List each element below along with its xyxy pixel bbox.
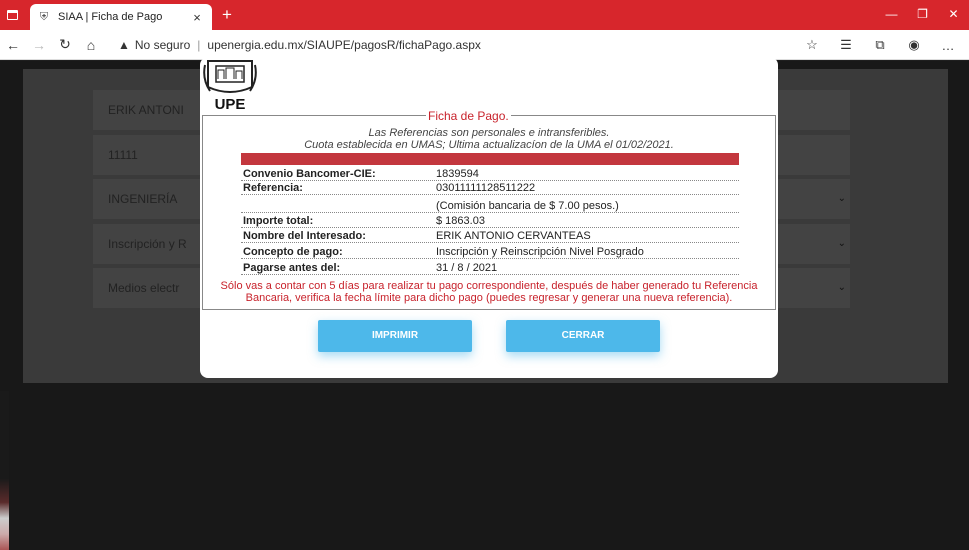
tab-ficha-de-pago[interactable]: ⛨ SIAA | Ficha de Pago × <box>30 4 212 30</box>
tab-close-icon[interactable]: × <box>190 10 204 25</box>
tab-title: SIAA | Ficha de Pago <box>58 11 163 23</box>
field-value: Inscripción y Reinscripción Nivel Posgra… <box>436 246 644 258</box>
forward-icon[interactable]: → <box>26 37 52 53</box>
lead-line-2: Cuota establecida en UMAS; Ultima actual… <box>304 139 674 151</box>
minimize-button[interactable]: — <box>876 0 907 30</box>
field-value: $ 1863.03 <box>436 215 485 227</box>
home-icon[interactable]: ⌂ <box>78 37 104 53</box>
field-row-convenio: Convenio Bancomer-CIE: 1839594 <box>241 168 739 181</box>
payment-slip-modal: UPE Ficha de Pago. Las Referencias son p… <box>200 57 778 378</box>
tab-actions-icon[interactable] <box>0 0 24 30</box>
desktop-edge-stripe <box>0 391 9 550</box>
field-label: Convenio Bancomer-CIE: <box>243 168 376 180</box>
name-field-value: ERIK ANTONI <box>108 103 184 117</box>
field-value: 31 / 8 / 2021 <box>436 262 498 274</box>
page-content: ERIK ANTONI 11111 INGENIERÍA ⌄ Inscripció… <box>0 57 969 550</box>
back-icon[interactable]: ← <box>0 37 26 53</box>
site-favicon-icon: ⛨ <box>39 11 49 23</box>
close-window-button[interactable]: ✕ <box>938 0 969 30</box>
deadline-note: Sólo vas a contar con 5 días para realiz… <box>209 280 769 304</box>
collections-icon[interactable]: ⧉ <box>863 37 897 53</box>
tab-strip: ⛨ SIAA | Ficha de Pago × + — ❐ ✕ <box>0 0 969 30</box>
address-bar: ← → ↻ ⌂ ▲ No seguro | upenergia.edu.mx/S… <box>0 30 969 60</box>
print-button[interactable]: IMPRIMIR <box>318 320 472 352</box>
deadline-note-line-2: Bancaria, verifica la fecha límite para … <box>245 292 733 304</box>
field-label: Referencia: <box>243 182 303 194</box>
payment-slip-fieldset: Ficha de Pago. Las Referencias son perso… <box>202 109 776 310</box>
field-row-importe: Importe total: $ 1863.03 <box>241 215 739 228</box>
field-label: Nombre del Interesado: <box>243 230 366 242</box>
field-row-concepto: Concepto de pago: Inscripción y Reinscri… <box>241 246 739 259</box>
payment-method-select-value: Medios electr <box>108 281 180 295</box>
toolbar-icons: ☆ ☰ ⧉ ◉ … <box>795 30 965 60</box>
security-label[interactable]: No seguro <box>135 38 190 52</box>
lead-line-1: Las Referencias son personales e intrans… <box>368 127 610 139</box>
field-value: (Comisión bancaria de $ 7.00 pesos.) <box>436 200 619 212</box>
header-bar <box>241 153 739 165</box>
more-options-icon[interactable]: … <box>931 38 965 53</box>
upe-logo: UPE <box>203 60 257 113</box>
field-row-referencia: Referencia: 03011111128511222 <box>241 182 739 195</box>
logo-text: UPE <box>215 96 246 113</box>
url-input[interactable]: upenergia.edu.mx/SIAUPE/pagosR/fichaPago… <box>207 38 481 52</box>
field-label: Importe total: <box>243 215 314 227</box>
field-value: ERIK ANTONIO CERVANTEAS <box>436 230 591 242</box>
concept-select-value: Inscripción y R <box>108 237 187 251</box>
field-value: 1839594 <box>436 168 479 180</box>
refresh-icon[interactable]: ↻ <box>52 36 78 53</box>
chevron-down-icon: ⌄ <box>837 282 846 293</box>
chevron-down-icon: ⌄ <box>837 238 846 249</box>
field-row-nombre: Nombre del Interesado: ERIK ANTONIO CERV… <box>241 230 739 243</box>
close-button[interactable]: CERRAR <box>506 320 660 352</box>
restore-button[interactable]: ❐ <box>907 0 938 30</box>
favorite-star-icon[interactable]: ☆ <box>795 37 829 53</box>
field-label: Pagarse antes del: <box>243 262 341 274</box>
new-tab-button[interactable]: + <box>222 2 232 30</box>
field-value: 03011111128511222 <box>436 182 536 194</box>
chevron-down-icon: ⌄ <box>837 193 846 204</box>
field-row-comision: (Comisión bancaria de $ 7.00 pesos.) <box>241 200 739 213</box>
profile-icon[interactable]: ◉ <box>897 37 931 53</box>
deadline-note-line-1: Sólo vas a contar con 5 días para realiz… <box>220 280 758 292</box>
field-label: Concepto de pago: <box>243 246 343 258</box>
fieldset-legend: Ficha de Pago. <box>426 109 511 123</box>
field-row-fecha: Pagarse antes del: 31 / 8 / 2021 <box>241 262 739 275</box>
program-select-value: INGENIERÍA <box>108 192 178 206</box>
id-field-value: 11111 <box>108 148 138 162</box>
url-separator: | <box>197 37 201 52</box>
favorites-list-icon[interactable]: ☰ <box>829 37 863 53</box>
window-controls: — ❐ ✕ <box>876 0 969 30</box>
warning-icon[interactable]: ▲ <box>118 38 130 52</box>
